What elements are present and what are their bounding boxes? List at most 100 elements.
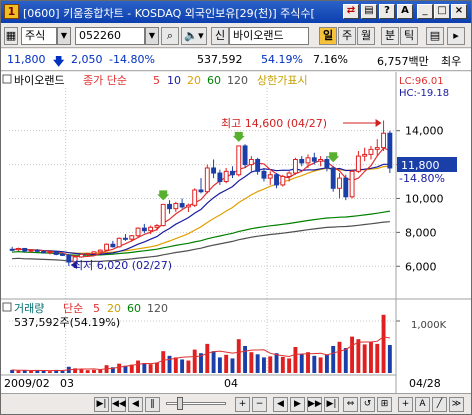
reset-icon[interactable]: ↺ xyxy=(360,397,375,412)
candle-body xyxy=(160,203,166,227)
zoom-out-icon[interactable]: − xyxy=(252,397,267,412)
candle-body xyxy=(198,189,204,193)
scroll-left-icon[interactable]: ◀ xyxy=(273,397,288,412)
period-month-button[interactable]: 월 xyxy=(357,27,375,45)
candle-body xyxy=(318,158,324,162)
candle-body xyxy=(381,132,387,149)
scroll-last-icon[interactable]: ▶| xyxy=(324,397,339,412)
candle-body xyxy=(28,249,34,252)
line-tool-icon[interactable]: ╱ xyxy=(432,397,447,412)
candle-body xyxy=(123,237,128,240)
candle-body xyxy=(255,158,261,172)
volume-bar xyxy=(331,345,336,373)
candle-body xyxy=(261,170,267,179)
scroll-back-icon[interactable]: ◀ xyxy=(128,397,143,412)
volume-bar xyxy=(148,364,153,373)
link-icon[interactable]: ⇄ xyxy=(343,4,359,19)
volume-bar xyxy=(98,369,103,373)
period-minute-button[interactable]: 분 xyxy=(381,27,399,45)
volume-bar xyxy=(217,357,222,373)
volume-panel-toggle-icon[interactable] xyxy=(2,302,12,312)
scroll-first-icon[interactable]: ▶| xyxy=(94,397,109,412)
candle-body xyxy=(223,170,229,183)
candle-body xyxy=(349,170,355,198)
candle-body xyxy=(324,158,330,169)
title-bar: 1 [0600] 키움종합차트 - KOSDAQ 외국인보유[29(천)] 주식… xyxy=(1,1,471,23)
volume-bar xyxy=(274,353,279,373)
price-change: 2,050 xyxy=(71,53,103,66)
extra-info: 최우 xyxy=(441,55,462,68)
help-icon[interactable]: ? xyxy=(379,4,395,19)
scroll-fast-forward-icon[interactable]: ▶▶ xyxy=(307,397,322,412)
volume-bar xyxy=(47,371,52,373)
volume-bar xyxy=(173,357,178,373)
candle-body xyxy=(41,250,47,254)
candle-body xyxy=(15,247,21,251)
volume-bar xyxy=(280,356,285,373)
candle-body xyxy=(343,177,349,198)
text-tool-icon[interactable]: A xyxy=(415,397,430,412)
memo-icon[interactable]: ▤ xyxy=(361,4,377,19)
volume-bar xyxy=(136,360,141,373)
chart-area[interactable]: 바이오랜드 종가 단순 5 10 20 60 120 상한가표시 LC:96.0… xyxy=(1,72,471,393)
stock-toolbar: ▦ 주식 ▼ 052260 ▼ ⌕ 🔈▾ 신 바이오랜드 일 주 월 분 틱 ▤… xyxy=(1,24,471,48)
chart-menu-icon[interactable]: ▦ xyxy=(4,27,18,45)
candlesticks xyxy=(9,120,393,266)
volume-bar xyxy=(117,363,122,373)
sound-icon[interactable]: 🔈▾ xyxy=(181,27,207,45)
period-day-button[interactable]: 일 xyxy=(319,27,337,45)
candle-body xyxy=(387,132,393,169)
vol-legend-120: 120 xyxy=(147,302,168,315)
fit-icon[interactable]: ⊞ xyxy=(377,397,392,412)
volume-bar xyxy=(381,314,386,373)
crosshair-icon[interactable]: + xyxy=(398,397,413,412)
search-icon[interactable]: ⌕ xyxy=(161,27,179,45)
volume-bar xyxy=(369,341,373,373)
market-select[interactable]: 주식 xyxy=(21,27,57,45)
volume-bar xyxy=(154,362,159,373)
volume-current-label: 537,592주(54.19%) xyxy=(14,316,120,329)
candle-body xyxy=(368,148,374,155)
volume-bar xyxy=(306,352,310,373)
zoom-in-icon[interactable]: + xyxy=(235,397,250,412)
market-dropdown-icon[interactable]: ▼ xyxy=(57,27,71,45)
settings-icon[interactable]: ▤ xyxy=(426,27,444,45)
candle-body xyxy=(355,155,361,172)
zoom-slider-track[interactable] xyxy=(166,402,226,405)
hc-label: HC:-19.18 xyxy=(399,88,449,99)
zoom-slider-thumb[interactable] xyxy=(177,397,183,410)
sin-button[interactable]: 신 xyxy=(211,27,229,45)
period-tick-button[interactable]: 틱 xyxy=(400,27,418,45)
scroll-right-icon[interactable]: ▶ xyxy=(290,397,305,412)
tool-a-icon[interactable]: A xyxy=(397,4,413,19)
close-icon[interactable]: × xyxy=(451,4,467,19)
scroll-pause-icon[interactable]: ‖ xyxy=(145,397,160,412)
candle-body xyxy=(274,174,279,186)
candle-body xyxy=(299,158,305,164)
stock-code-input[interactable]: 052260 xyxy=(75,27,145,45)
volume-bar xyxy=(350,336,355,373)
candle-body xyxy=(179,203,185,208)
volume-bar xyxy=(362,344,367,373)
expand-icon[interactable]: ⇔ xyxy=(343,397,358,412)
volume-bar xyxy=(268,356,273,373)
volume-bar xyxy=(343,348,348,373)
candle-body xyxy=(34,249,40,252)
volume-bar xyxy=(224,354,229,373)
minimize-icon[interactable]: _ xyxy=(417,4,433,19)
maximize-icon[interactable]: □ xyxy=(434,4,450,19)
candle-body xyxy=(330,167,336,189)
candle-body xyxy=(292,158,298,174)
candle-body xyxy=(230,170,235,176)
candle-body xyxy=(305,157,311,164)
scroll-end-icon[interactable]: ≫ xyxy=(449,397,464,412)
scroll-fast-back-icon[interactable]: ◀◀ xyxy=(111,397,126,412)
period-week-button[interactable]: 주 xyxy=(338,27,356,45)
volume-bar xyxy=(236,339,241,373)
down-arrow-icon: 🡇 xyxy=(53,55,65,68)
panel-toggle-icon[interactable] xyxy=(2,74,12,84)
x-label-last-date: 04/28 xyxy=(409,377,441,390)
more-icon[interactable]: ▸ xyxy=(447,27,465,45)
code-dropdown-icon[interactable]: ▼ xyxy=(145,27,159,45)
stock-chart[interactable]: 바이오랜드 종가 단순 5 10 20 60 120 상한가표시 LC:96.0… xyxy=(1,72,471,393)
